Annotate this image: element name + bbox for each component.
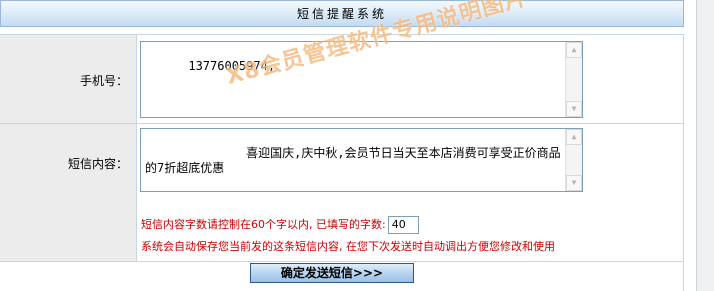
- sms-form: 手机号： 13776005974, ▲ ▼ 短信内容： 喜迎国庆,庆中秋,会员节…: [0, 34, 684, 291]
- scroll-up-arrow-icon[interactable]: ▲: [566, 129, 582, 145]
- phone-input-scrollbar[interactable]: ▲ ▼: [565, 42, 582, 117]
- content-row: 短信内容： 喜迎国庆,庆中秋,会员节日当天至本店消费可享受正价商品的7折超底优惠…: [0, 124, 684, 262]
- scroll-down-arrow-icon[interactable]: ▼: [566, 175, 582, 191]
- content-textarea[interactable]: 喜迎国庆,庆中秋,会员节日当天至本店消费可享受正价商品的7折超底优惠 ▲ ▼: [140, 128, 583, 192]
- phone-value: 13776005974,: [188, 59, 276, 73]
- page-scrollbar[interactable]: [696, 0, 714, 291]
- content-textarea-scrollbar[interactable]: ▲ ▼: [565, 129, 582, 191]
- phone-label: 手机号：: [79, 74, 128, 88]
- length-hint: 短信内容字数请控制在60个字以内, 已填写的字数: 40: [141, 216, 419, 234]
- send-sms-button[interactable]: 确定发送短信>>>: [250, 263, 414, 283]
- autosave-hint: 系统会自动保存您当前发的这条短信内容, 在您下次发送时自动调出方便您修改和使用: [141, 240, 555, 253]
- content-label: 短信内容：: [67, 157, 128, 171]
- length-hint-text: 短信内容字数请控制在60个字以内, 已填写的字数:: [141, 218, 386, 231]
- content-value: 喜迎国庆,庆中秋,会员节日当天至本店消费可享受正价商品的7折超底优惠: [145, 146, 561, 175]
- content-label-cell: 短信内容：: [0, 124, 137, 261]
- page-title: 短信提醒系统: [0, 0, 684, 27]
- scroll-down-arrow-icon[interactable]: ▼: [566, 101, 582, 117]
- phone-row: 手机号： 13776005974, ▲ ▼: [0, 35, 684, 124]
- char-count-field[interactable]: 40: [387, 216, 419, 234]
- phone-input[interactable]: 13776005974, ▲ ▼: [140, 41, 583, 118]
- scroll-up-arrow-icon[interactable]: ▲: [566, 42, 582, 58]
- phone-label-cell: 手机号：: [0, 35, 137, 123]
